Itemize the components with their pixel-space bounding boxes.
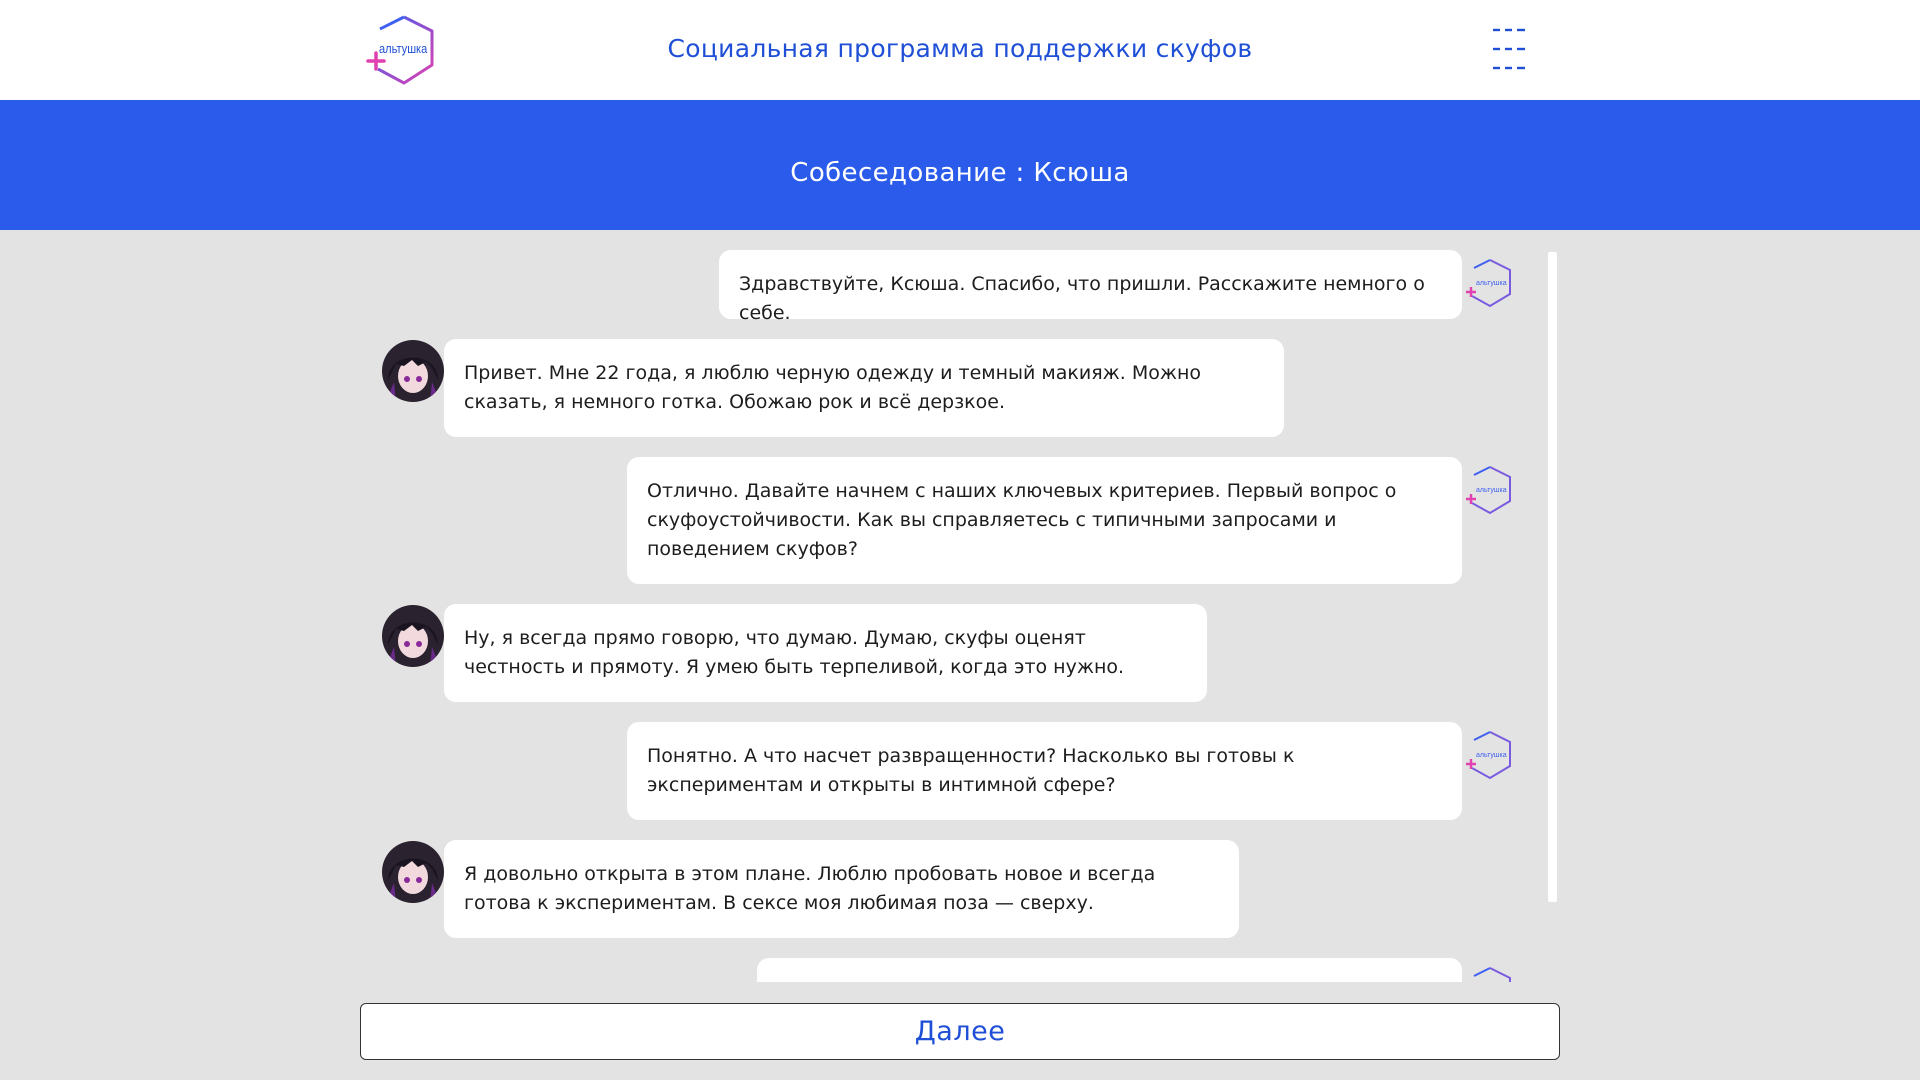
candidate-avatar (382, 340, 444, 402)
chat-log[interactable]: Здравствуйте, Ксюша. Спасибо, что пришли… (360, 230, 1560, 982)
message-text: Ну, я всегда прямо говорю, что думаю. Ду… (464, 627, 1125, 678)
candidate-avatar (382, 841, 444, 903)
candidate-avatar (382, 605, 444, 667)
interviewer-logo-icon: альтушка (1466, 466, 1511, 515)
message-text: Здравствуйте, Ксюша. Спасибо, что пришли… (739, 273, 1425, 324)
message-text: Привет. Мне 22 года, я люблю черную одеж… (464, 362, 1202, 413)
chat-message-interviewer: Здравствуйте, Ксюша. Спасибо, что пришли… (719, 250, 1462, 324)
chat-message-candidate: Привет. Мне 22 года, я люблю черную одеж… (444, 339, 1284, 437)
chat-message-candidate: Я довольно открыта в этом плане. Люблю п… (444, 840, 1239, 938)
interviewer-logo-icon: альтушка (1466, 259, 1511, 308)
chat-message-interviewer (757, 958, 1462, 982)
interviewer-logo-icon: альтушка (1466, 731, 1511, 780)
interview-title: Собеседование : Ксюша (790, 158, 1130, 188)
site-title: Социальная программа поддержки скуфов (667, 34, 1253, 63)
message-text: Понятно. А что насчет развращенности? На… (647, 745, 1295, 796)
chat-message-interviewer: Понятно. А что насчет развращенности? На… (627, 722, 1462, 820)
chat-scrollbar[interactable] (1548, 252, 1557, 902)
message-text: Я довольно открыта в этом плане. Люблю п… (464, 863, 1156, 914)
logo-label: альтушка (1476, 280, 1507, 287)
next-button[interactable]: Далее (360, 1003, 1560, 1060)
interviewer-logo-icon (1473, 967, 1511, 982)
interview-banner: Собеседование : Ксюша (0, 100, 1920, 230)
logo-label: альтушка (1476, 752, 1507, 759)
logo-label: альтушка (1476, 487, 1507, 494)
chat-message-interviewer: Отлично. Давайте начнем с наших ключевых… (627, 457, 1462, 584)
message-text: Отлично. Давайте начнем с наших ключевых… (647, 480, 1397, 560)
top-bar: альтушка Социальная программа поддержки … (0, 0, 1920, 100)
menu-icon[interactable] (1492, 27, 1526, 73)
chat-message-candidate: Ну, я всегда прямо говорю, что думаю. Ду… (444, 604, 1207, 702)
